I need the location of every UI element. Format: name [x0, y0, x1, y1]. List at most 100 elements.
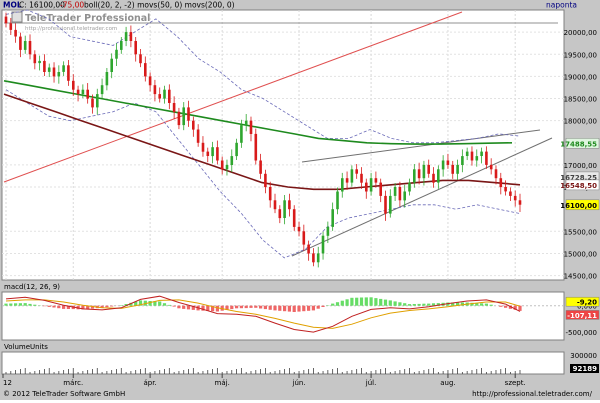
- candle-body: [351, 169, 354, 182]
- candle-body: [130, 32, 133, 41]
- candle-body: [509, 192, 512, 196]
- price-axis-label: 19000,00: [564, 73, 597, 81]
- candle-body: [504, 187, 507, 191]
- price-tag-label: 16548,50: [560, 182, 597, 190]
- header-period: naponta: [546, 1, 577, 10]
- volume-title: VolumeUnits: [4, 343, 48, 351]
- candle-body: [476, 156, 479, 160]
- macd-histogram-bar: [485, 304, 488, 306]
- candle-body: [14, 30, 17, 37]
- macd-histogram-bar: [321, 306, 324, 307]
- macd-price-tag-label: -107,11: [567, 312, 597, 320]
- candle-body: [461, 156, 464, 165]
- candle-body: [226, 165, 229, 169]
- macd-histogram-bar: [9, 304, 12, 306]
- macd-histogram-bar: [480, 303, 483, 305]
- candle-body: [519, 200, 522, 204]
- macd-histogram-bar: [43, 306, 46, 307]
- macd-histogram-bar: [149, 301, 152, 306]
- candle-body: [451, 165, 454, 174]
- macd-histogram-bar: [413, 304, 416, 306]
- candle-body: [331, 209, 334, 227]
- chart-window: MOL C: 16100,00 -75,00 boll(20, 2, -2) m…: [0, 0, 600, 400]
- price-axis-label: 15500,00: [564, 228, 597, 236]
- macd-histogram-bar: [331, 304, 334, 306]
- candle-body: [58, 72, 61, 76]
- time-axis-label: máj.: [215, 379, 230, 387]
- candle-body: [255, 134, 258, 161]
- candle-body: [245, 121, 248, 125]
- macd-histogram-bar: [240, 306, 243, 309]
- macd-histogram-bar: [110, 306, 113, 307]
- candle-body: [211, 147, 214, 156]
- macd-histogram-bar: [19, 303, 22, 306]
- candle-body: [303, 231, 306, 244]
- candle-body: [231, 156, 234, 165]
- candle-body: [485, 152, 488, 165]
- macd-histogram-bar: [408, 304, 411, 306]
- candle-body: [283, 200, 286, 218]
- price-axis-label: 20000,00: [564, 29, 597, 37]
- header-close: C: 16100,00: [19, 1, 65, 10]
- macd-histogram-bar: [52, 306, 55, 308]
- candle-body: [298, 227, 301, 231]
- volume-axis-label: 300000: [570, 352, 597, 360]
- candle-body: [120, 41, 123, 50]
- candle-body: [173, 103, 176, 112]
- candle-body: [279, 209, 282, 218]
- macd-histogram-bar: [48, 306, 51, 307]
- time-axis-label: júl.: [365, 379, 377, 387]
- macd-histogram-bar: [24, 303, 27, 306]
- candle-body: [77, 90, 80, 94]
- macd-histogram-bar: [249, 306, 252, 308]
- macd-histogram-bar: [307, 306, 310, 311]
- candle-body: [293, 209, 296, 227]
- candle-body: [514, 196, 517, 200]
- candle-body: [221, 161, 224, 170]
- candle-body: [134, 41, 137, 54]
- candle-body: [432, 174, 435, 183]
- candle-body: [5, 17, 8, 24]
- macd-histogram-bar: [384, 300, 387, 306]
- macd-histogram-bar: [230, 306, 233, 309]
- macd-histogram-bar: [302, 306, 305, 312]
- macd-histogram-bar: [293, 306, 296, 312]
- macd-histogram-bar: [4, 304, 7, 306]
- candle-body: [442, 161, 445, 170]
- candle-body: [38, 61, 41, 63]
- macd-histogram-bar: [105, 306, 108, 308]
- candle-body: [158, 94, 161, 98]
- logo-url: http://professional.teletrader.com: [25, 26, 117, 32]
- macd-histogram-bar: [177, 306, 180, 309]
- candle-body: [447, 161, 450, 165]
- macd-histogram-bar: [365, 297, 368, 305]
- logo-title: TeleTrader Professional: [25, 13, 150, 24]
- price-axis-label: 18500,00: [564, 96, 597, 104]
- macd-histogram-bar: [394, 301, 397, 305]
- macd-histogram-bar: [33, 305, 36, 306]
- macd-histogram-bar: [418, 304, 421, 306]
- candle-body: [168, 90, 171, 103]
- candle-body: [466, 152, 469, 156]
- candle-body: [360, 174, 363, 183]
- macd-histogram-bar: [168, 305, 171, 306]
- macd-histogram-bar: [288, 306, 291, 312]
- candle-body: [67, 65, 70, 81]
- candle-body: [437, 169, 440, 182]
- macd-histogram-bar: [283, 306, 286, 312]
- candle-body: [115, 50, 118, 59]
- price-axis-label: 18000,00: [564, 118, 597, 126]
- macd-histogram-bar: [355, 298, 358, 306]
- candle-body: [43, 61, 46, 72]
- candle-body: [408, 183, 411, 192]
- candle-body: [216, 147, 219, 160]
- candle-body: [370, 178, 373, 191]
- time-axis-label: 12: [3, 379, 12, 387]
- candle-body: [423, 165, 426, 178]
- price-axis-label: 19500,00: [564, 51, 597, 59]
- candle-body: [182, 107, 185, 125]
- candle-body: [106, 72, 109, 85]
- macd-histogram-bar: [374, 298, 377, 306]
- footer-copyright: © 2012 TeleTrader Software GmbH: [3, 390, 125, 398]
- macd-histogram-bar: [427, 304, 430, 306]
